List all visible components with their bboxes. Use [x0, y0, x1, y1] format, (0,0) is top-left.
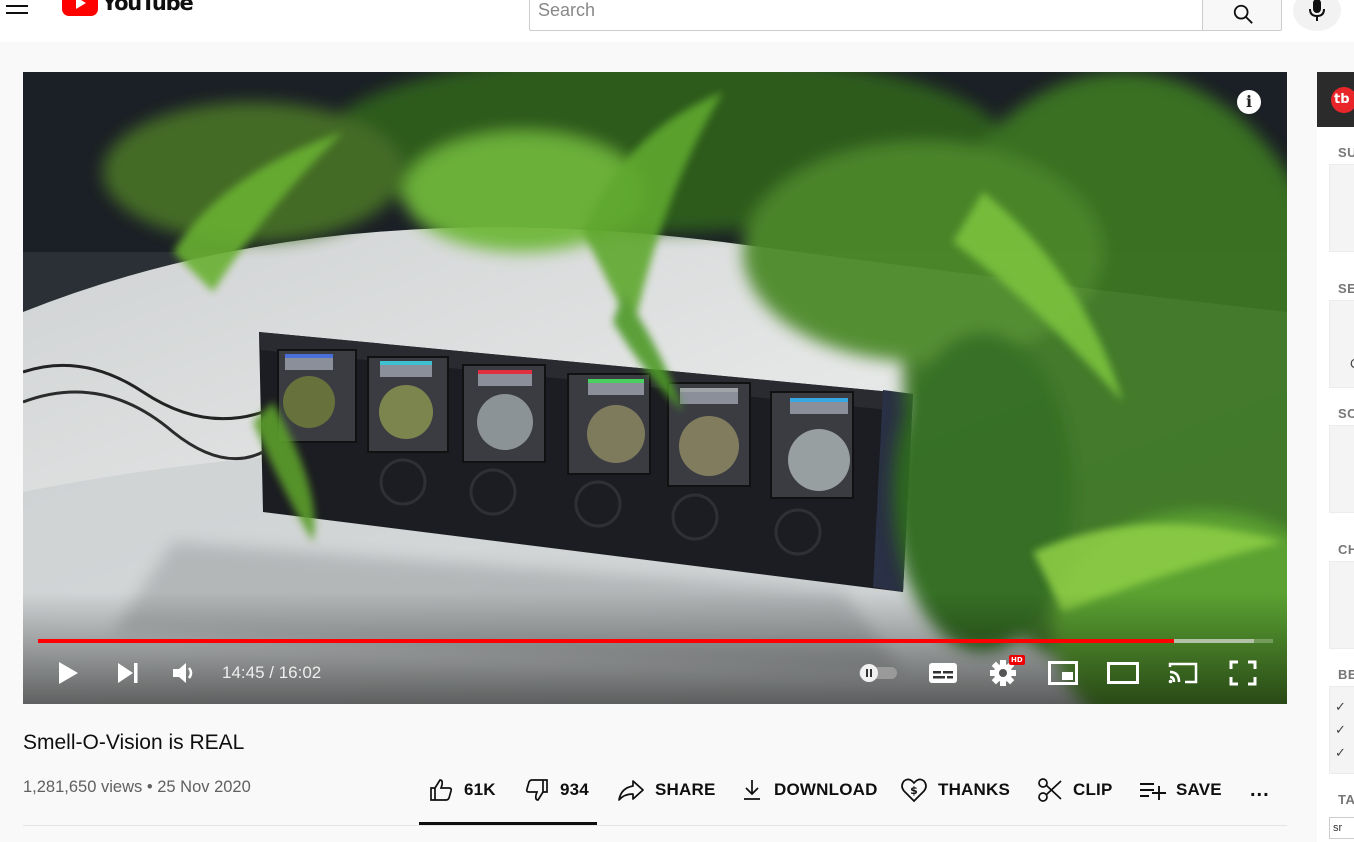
- extension-side-panel: tb SU SE C SC CH BE ✓ ✓ ✓ TA sr: [1317, 72, 1354, 842]
- microphone-icon: [1309, 0, 1325, 21]
- miniplayer-icon: [1048, 661, 1078, 685]
- like-count: 61K: [464, 780, 496, 799]
- cast-button[interactable]: [1167, 658, 1199, 688]
- save-button[interactable]: SAVE: [1138, 776, 1222, 804]
- voice-search-button[interactable]: [1293, 0, 1341, 31]
- video-player[interactable]: i 14:45 / 16:02 HD: [23, 72, 1287, 704]
- time-display: 14:45 / 16:02: [222, 663, 322, 682]
- share-label: SHARE: [655, 780, 716, 799]
- side-check-1[interactable]: ✓: [1335, 699, 1346, 715]
- side-fragment-char: C: [1350, 356, 1354, 371]
- side-box-1: [1329, 164, 1354, 252]
- logo-country-code: CA: [198, 0, 212, 3]
- side-label-ta: TA: [1338, 792, 1354, 807]
- thanks-label: THANKS: [938, 780, 1011, 799]
- side-label-ch: CH: [1338, 542, 1354, 557]
- side-box-2: [1329, 300, 1354, 388]
- play-button[interactable]: [53, 658, 83, 688]
- side-check-2[interactable]: ✓: [1335, 722, 1346, 738]
- download-icon: [744, 780, 760, 800]
- theater-mode-button[interactable]: [1107, 658, 1139, 688]
- info-icon[interactable]: i: [1237, 90, 1261, 114]
- thanks-button[interactable]: $ THANKS: [900, 776, 1010, 804]
- subtitles-icon: [929, 663, 957, 683]
- extension-header: tb: [1317, 72, 1354, 127]
- like-button[interactable]: 61K: [428, 776, 496, 804]
- heart-dollar-icon: $: [901, 778, 927, 803]
- search-input[interactable]: [529, 0, 1203, 31]
- side-box-3: [1329, 425, 1354, 513]
- search-icon: [1233, 4, 1253, 24]
- side-label-be: BE: [1338, 667, 1354, 682]
- hd-badge: HD: [1009, 655, 1025, 665]
- more-actions-button[interactable]: ...: [1250, 776, 1270, 804]
- progress-bar[interactable]: [38, 639, 1273, 643]
- youtube-logo[interactable]: YouTube CA: [62, 0, 211, 16]
- volume-button[interactable]: [169, 658, 201, 688]
- cast-icon: [1168, 662, 1198, 684]
- fullscreen-button[interactable]: [1227, 658, 1259, 688]
- playlist-add-icon: [1140, 783, 1166, 800]
- thumbs-up-icon: [430, 779, 453, 801]
- search-button[interactable]: [1202, 0, 1282, 31]
- side-box-4: [1329, 561, 1354, 649]
- share-button[interactable]: SHARE: [617, 776, 716, 804]
- video-title: Smell-O-Vision is REAL: [23, 731, 245, 754]
- subtitles-button[interactable]: [927, 658, 959, 688]
- side-label-su: SU: [1338, 145, 1354, 160]
- dislike-count: 934: [560, 780, 589, 799]
- clip-button[interactable]: CLIP: [1037, 776, 1113, 804]
- dislike-button[interactable]: 934: [524, 776, 589, 804]
- hamburger-menu-icon[interactable]: [6, 0, 30, 18]
- fullscreen-icon: [1229, 660, 1257, 686]
- upload-date: 25 Nov 2020: [157, 778, 251, 796]
- side-tag-input-text: sr: [1333, 822, 1343, 834]
- extension-logo[interactable]: tb: [1331, 87, 1354, 113]
- theater-mode-icon: [1107, 662, 1139, 684]
- masthead: YouTube CA: [0, 0, 1354, 42]
- side-tag-input[interactable]: sr: [1329, 817, 1354, 839]
- side-label-se: SE: [1338, 281, 1354, 296]
- clip-label: CLIP: [1073, 780, 1113, 799]
- autoplay-toggle-icon: [859, 664, 897, 682]
- meta-separator: •: [146, 778, 153, 796]
- autoplay-toggle[interactable]: [856, 658, 900, 688]
- more-icon: ...: [1250, 778, 1270, 801]
- download-button[interactable]: DOWNLOAD: [740, 776, 878, 804]
- thumbs-down-icon: [525, 779, 548, 801]
- save-label: SAVE: [1176, 780, 1222, 799]
- scissors-icon: [1038, 778, 1062, 802]
- settings-button[interactable]: HD: [987, 655, 1025, 688]
- next-icon: [118, 663, 138, 683]
- view-count: 1,281,650 views: [23, 778, 143, 796]
- video-info: 1,281,650 views • 25 Nov 2020: [23, 778, 251, 797]
- section-divider: [23, 825, 1287, 826]
- download-label: DOWNLOAD: [774, 780, 878, 799]
- side-label-sc: SC: [1338, 406, 1354, 421]
- controls-gradient: [23, 592, 1287, 704]
- next-button[interactable]: [113, 658, 143, 688]
- volume-icon: [173, 663, 193, 683]
- logo-text: YouTube: [102, 0, 194, 15]
- miniplayer-button[interactable]: [1047, 658, 1079, 688]
- side-check-3[interactable]: ✓: [1335, 745, 1346, 761]
- play-icon: [59, 662, 78, 684]
- svg-text:$: $: [910, 784, 918, 797]
- youtube-play-logo-icon: [62, 0, 98, 16]
- share-icon: [618, 780, 644, 801]
- progress-played: [38, 639, 1175, 643]
